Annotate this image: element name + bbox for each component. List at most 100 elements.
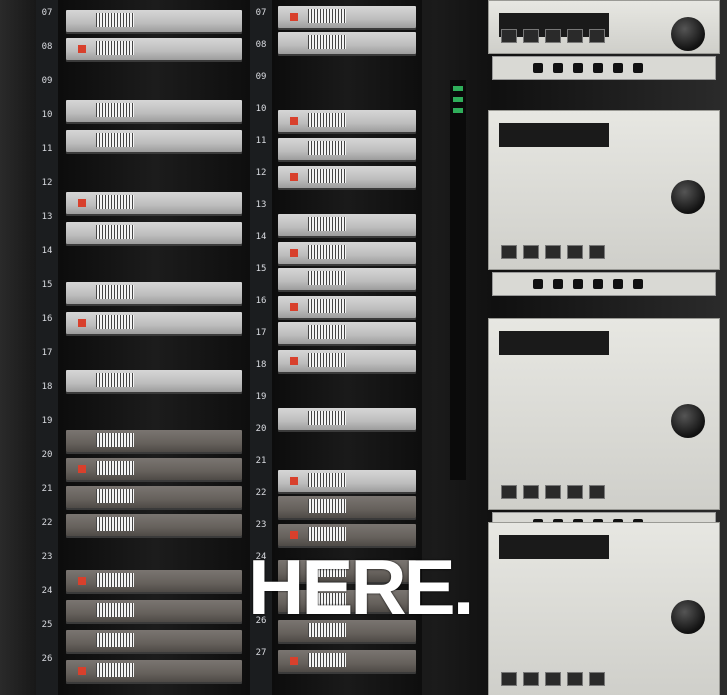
record-tab bbox=[290, 303, 298, 311]
videotape-cassette bbox=[66, 514, 242, 536]
rail-number: 13 bbox=[255, 200, 267, 210]
record-tab bbox=[290, 117, 298, 125]
rail-number: 25 bbox=[41, 620, 53, 630]
control-strip bbox=[492, 56, 716, 80]
videotape-cassette bbox=[66, 600, 242, 622]
barcode-label bbox=[96, 461, 134, 475]
button-row bbox=[501, 29, 605, 43]
barcode-label bbox=[308, 325, 346, 339]
rail-number: 17 bbox=[41, 348, 53, 358]
barcode-label bbox=[308, 113, 346, 127]
barcode-label bbox=[96, 573, 134, 587]
control-button bbox=[589, 29, 605, 43]
rail-number: 15 bbox=[255, 264, 267, 274]
vtr-deck bbox=[488, 318, 720, 510]
control-button bbox=[545, 245, 561, 259]
rail-number: 07 bbox=[255, 8, 267, 18]
rail-number: 12 bbox=[41, 178, 53, 188]
rail-number: 08 bbox=[41, 42, 53, 52]
barcode-label bbox=[96, 517, 134, 531]
control-button bbox=[523, 29, 539, 43]
rail-number: 18 bbox=[255, 360, 267, 370]
barcode-label bbox=[308, 217, 346, 231]
control-button bbox=[567, 485, 583, 499]
barcode-label bbox=[308, 245, 346, 259]
videotape-cassette bbox=[66, 222, 242, 244]
button-row bbox=[501, 485, 605, 499]
videotape-cassette bbox=[66, 192, 242, 214]
videotape-cassette bbox=[66, 38, 242, 60]
strip-button bbox=[553, 63, 563, 73]
rail-number: 18 bbox=[41, 382, 53, 392]
barcode-label bbox=[96, 285, 134, 299]
videotape-cassette bbox=[66, 312, 242, 334]
control-button bbox=[567, 672, 583, 686]
videotape-cassette bbox=[278, 268, 416, 290]
strip-button bbox=[553, 279, 563, 289]
barcode-label bbox=[308, 169, 346, 183]
record-tab bbox=[78, 45, 86, 53]
strip-button bbox=[633, 279, 643, 289]
videotape-cassette bbox=[66, 370, 242, 392]
videotape-cassette bbox=[278, 470, 416, 492]
videotape-cassette bbox=[66, 430, 242, 452]
button-row bbox=[501, 672, 605, 686]
videotape-cassette bbox=[278, 138, 416, 160]
rail-number: 23 bbox=[255, 520, 267, 530]
barcode-label bbox=[96, 489, 134, 503]
barcode-label bbox=[96, 663, 134, 677]
videotape-cassette bbox=[66, 282, 242, 304]
videotape-cassette bbox=[66, 570, 242, 592]
videotape-cassette bbox=[278, 496, 416, 518]
videotape-cassette bbox=[66, 100, 242, 122]
rail-number: 22 bbox=[255, 488, 267, 498]
control-button bbox=[523, 672, 539, 686]
rail-number: 08 bbox=[255, 40, 267, 50]
record-tab bbox=[290, 13, 298, 21]
rail-number: 16 bbox=[255, 296, 267, 306]
rail-number: 15 bbox=[41, 280, 53, 290]
barcode-label bbox=[308, 527, 346, 541]
strip-button bbox=[633, 63, 643, 73]
control-button bbox=[545, 29, 561, 43]
rail-number: 14 bbox=[255, 232, 267, 242]
videotape-cassette bbox=[66, 660, 242, 682]
videotape-cassette bbox=[66, 486, 242, 508]
control-button bbox=[589, 672, 605, 686]
record-tab bbox=[78, 577, 86, 585]
videotape-cassette bbox=[278, 350, 416, 372]
barcode-label bbox=[308, 299, 346, 313]
videotape-cassette bbox=[66, 630, 242, 652]
rail-number: 20 bbox=[41, 450, 53, 460]
rail-number: 12 bbox=[255, 168, 267, 178]
barcode-label bbox=[96, 433, 134, 447]
control-button bbox=[501, 485, 517, 499]
strip-button bbox=[573, 63, 583, 73]
control-button bbox=[567, 245, 583, 259]
videotape-cassette bbox=[278, 214, 416, 236]
rail-number: 16 bbox=[41, 314, 53, 324]
control-button bbox=[501, 29, 517, 43]
jog-knob bbox=[671, 17, 705, 51]
barcode-label bbox=[96, 103, 134, 117]
rail-number: 11 bbox=[41, 144, 53, 154]
barcode-label bbox=[96, 633, 134, 647]
jog-knob bbox=[671, 180, 705, 214]
barcode-label bbox=[308, 271, 346, 285]
rail-number: 13 bbox=[41, 212, 53, 222]
rack-rail-left: 07 08 09 10 11 12 13 14 15 16 17 18 19 20 21 22 23 24 25 26 bbox=[36, 0, 58, 695]
barcode-label bbox=[96, 225, 134, 239]
barcode-label bbox=[96, 133, 134, 147]
control-strip bbox=[492, 272, 716, 296]
rail-number: 10 bbox=[255, 104, 267, 114]
rail-number: 22 bbox=[41, 518, 53, 528]
barcode-label bbox=[96, 195, 134, 209]
videotape-cassette bbox=[278, 166, 416, 188]
control-button bbox=[567, 29, 583, 43]
control-button bbox=[589, 245, 605, 259]
barcode-label bbox=[96, 603, 134, 617]
control-button bbox=[589, 485, 605, 499]
videotape-cassette bbox=[66, 458, 242, 480]
rail-number: 09 bbox=[41, 76, 53, 86]
barcode-label bbox=[308, 411, 346, 425]
